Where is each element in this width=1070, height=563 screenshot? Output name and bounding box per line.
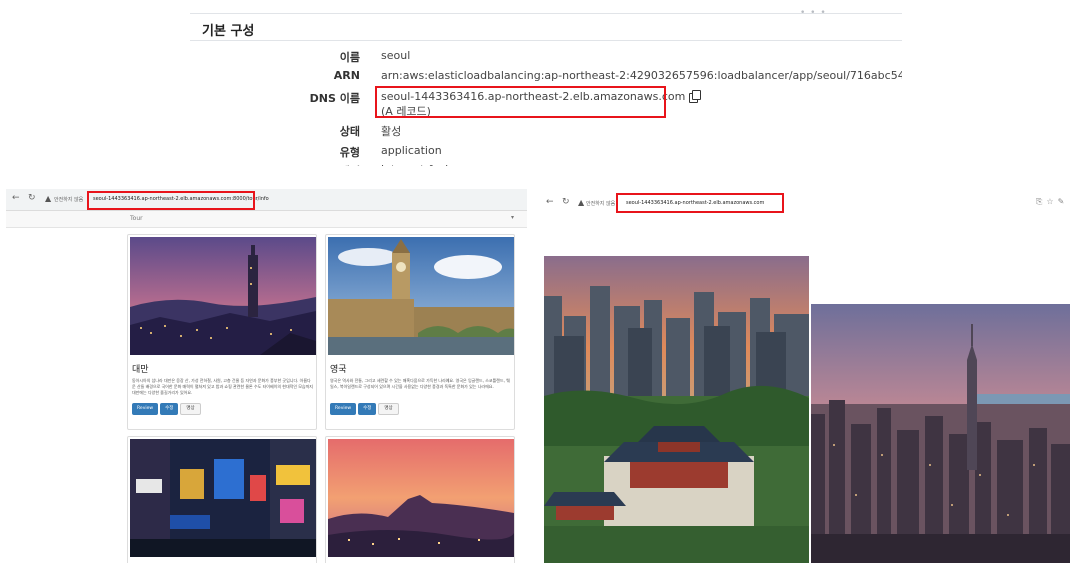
warning-icon[interactable]: ▲	[45, 194, 51, 203]
video-button[interactable]: 명상	[180, 403, 201, 415]
extension-icon[interactable]: ✎	[1058, 197, 1069, 206]
field-label: ARN	[333, 69, 360, 82]
tour-card-uk: 영국 영국은 역사와 전통, 그리고 세련할 수 있는 매혹다움으로 가득한 나…	[325, 234, 515, 430]
insecure-label[interactable]: 안전하지 않음	[586, 200, 615, 207]
review-button[interactable]: Review	[132, 403, 159, 415]
card-title: 대만	[132, 365, 149, 375]
card-title: 영국	[330, 365, 347, 375]
field-row-type: 유형 application	[190, 144, 902, 164]
field-value: application	[381, 144, 442, 157]
navbar: Tour ▾	[6, 211, 527, 228]
section-divider	[190, 40, 902, 41]
back-arrow-icon[interactable]: ←	[546, 197, 554, 207]
field-label: 유형	[339, 146, 360, 159]
field-row-state: 상태 활성	[190, 123, 902, 143]
video-button[interactable]: 명상	[378, 403, 399, 415]
edit-button[interactable]: 수정	[160, 403, 179, 415]
reload-icon[interactable]: ↻	[562, 197, 570, 207]
back-arrow-icon[interactable]: ←	[12, 193, 20, 203]
seoul-palace-photo	[544, 256, 809, 563]
edit-button[interactable]: 수정	[358, 403, 377, 415]
card-description: 영국은 역사와 전통, 그리고 세련할 수 있는 매혹다움으로 가득한 나라예요…	[330, 378, 510, 389]
tour-card-new-york	[127, 436, 317, 563]
crop-edge	[190, 166, 902, 172]
reload-icon[interactable]: ↻	[28, 193, 36, 203]
top-divider	[190, 13, 902, 14]
browser-actions: ⎘☆✎	[1036, 197, 1068, 207]
insecure-label[interactable]: 안전하지 않음	[54, 196, 83, 203]
field-label: 상태	[339, 125, 360, 138]
card-actions: Review 수정 명상	[330, 403, 401, 415]
browser-window-home-page: ← ↻ ▲ 안전하지 않음 seoul-1443363416.ap-northe…	[540, 191, 1070, 563]
card-description: 동아시아의 섬나라 대만은 웅장 산, 가성 전하철, 사원, 고층 건물 등 …	[132, 378, 313, 395]
card-actions: Review 수정 명상	[132, 403, 203, 415]
address-bar: ← ↻ ▲ 안전하지 않음 seoul-1443363416.ap-northe…	[540, 191, 1070, 215]
field-value: arn:aws:elasticloadbalancing:ap-northeas…	[381, 69, 902, 82]
field-label: DNS 이름	[309, 92, 360, 105]
star-icon[interactable]: ☆	[1046, 197, 1057, 206]
dns-highlight-box	[375, 86, 666, 118]
field-row-name: 이름 seoul	[190, 49, 902, 69]
navbar-brand[interactable]: Tour	[130, 215, 143, 222]
share-icon[interactable]: ⎘	[1036, 197, 1046, 206]
drag-handle-icon[interactable]: • • •	[800, 8, 827, 18]
field-value-wrap: arn:aws:elasticloadbalancing:ap-northeas…	[381, 69, 902, 82]
copy-icon[interactable]	[689, 90, 702, 103]
review-button[interactable]: Review	[330, 403, 357, 415]
dropdown-caret-icon[interactable]: ▾	[511, 214, 514, 221]
new-york-skyline-photo	[811, 304, 1070, 563]
url-highlight-box	[616, 193, 784, 213]
browser-window-tour-page: ← ↻ ▲ 안전하지 않음 seoul-1443363416.ap-northe…	[6, 189, 527, 563]
load-balancer-detail-panel: • • • 기본 구성 이름 seoul ARN arn:aws:elastic…	[190, 0, 902, 172]
section-heading: 기본 구성	[202, 24, 255, 39]
taipei-night-photo	[130, 237, 316, 355]
rio-sunset-photo	[328, 439, 514, 557]
address-bar: ← ↻ ▲ 안전하지 않음 seoul-1443363416.ap-northe…	[6, 189, 527, 211]
field-value: 활성	[381, 125, 402, 138]
field-label: 이름	[339, 51, 360, 64]
field-value: seoul	[381, 49, 411, 62]
tour-card-rio	[325, 436, 515, 563]
times-square-photo	[130, 439, 316, 557]
url-highlight-box	[87, 191, 255, 210]
tour-card-taiwan: 대만 동아시아의 섬나라 대만은 웅장 산, 가성 전하철, 사원, 고층 건물…	[127, 234, 317, 430]
big-ben-photo	[328, 237, 514, 355]
warning-icon[interactable]: ▲	[578, 198, 584, 207]
